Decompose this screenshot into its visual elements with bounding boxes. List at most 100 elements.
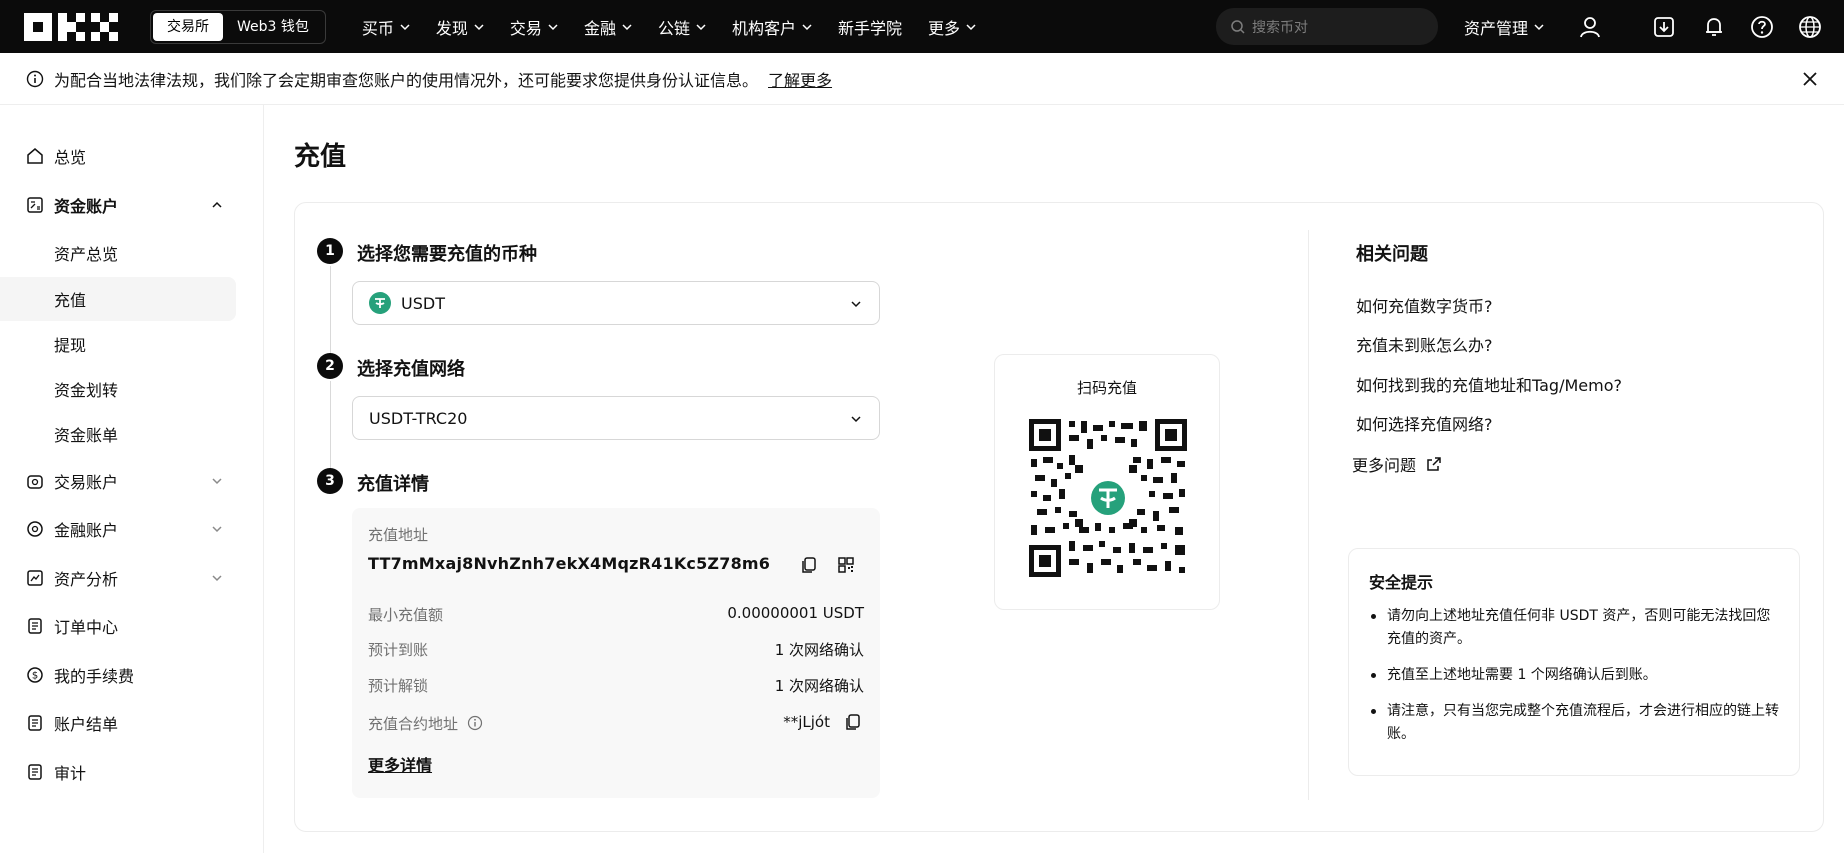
network-value: USDT-TRC20 <box>369 408 468 428</box>
page-title: 充值 <box>294 142 347 172</box>
sidebar: 总览 资金账户 资产总览 充值 提现 资金划转 资金账单 交易账户 金融账户 资… <box>0 105 264 853</box>
sidebar-item-statements[interactable]: 账户结单 <box>0 701 236 745</box>
address-label: 充值地址 <box>368 526 429 544</box>
nav-label: 更多 <box>928 18 961 38</box>
learn-more-link[interactable]: 了解更多 <box>768 67 832 91</box>
network-select[interactable]: USDT-TRC20 <box>352 396 880 440</box>
chart-icon <box>26 569 44 587</box>
main-nav: 买币 发现 交易 金融 公链 机构客户 新手学院 更多 <box>362 15 1002 39</box>
nav-more[interactable]: 更多 <box>928 15 976 39</box>
nav-buy-crypto[interactable]: 买币 <box>362 15 410 39</box>
safety-list: 请勿向上述地址充值任何非 USDT 资产，否则可能无法找回您充值的资产。 充值至… <box>1369 605 1779 759</box>
nav-label: 新手学院 <box>837 18 902 38</box>
more-questions-link[interactable]: 更多问题 <box>1352 452 1442 476</box>
step-2-badge: 2 <box>317 353 343 379</box>
nav-trade[interactable]: 交易 <box>510 15 558 39</box>
sidebar-item-fees[interactable]: $ 我的手续费 <box>0 653 236 697</box>
sidebar-sub-transfer[interactable]: 资金划转 <box>0 367 236 411</box>
deposit-qr-code[interactable] <box>1029 419 1187 577</box>
notice-text: 为配合当地法律法规，我们除了会定期审查您账户的使用情况外，还可能要求您提供身份认… <box>54 70 759 90</box>
external-link-icon <box>1427 457 1441 471</box>
copy-icon[interactable] <box>842 711 864 733</box>
faq-link[interactable]: 如何找到我的充值地址和Tag/Memo? <box>1356 372 1622 396</box>
nav-institutional[interactable]: 机构客户 <box>732 15 812 39</box>
compliance-notice: 为配合当地法律法规，我们除了会定期审查您账户的使用情况外，还可能要求您提供身份认… <box>0 53 1844 105</box>
nav-label: 买币 <box>361 18 394 38</box>
download-icon[interactable] <box>1650 13 1678 41</box>
user-icon[interactable] <box>1576 13 1604 41</box>
chevron-down-icon <box>851 416 861 423</box>
switch-exchange[interactable]: 交易所 <box>153 12 223 41</box>
home-icon <box>26 147 44 165</box>
nav-label: 机构客户 <box>731 18 796 38</box>
okx-logo[interactable] <box>24 12 120 41</box>
currency-select[interactable]: USDT <box>352 281 880 325</box>
step-1-title: 选择您需要充值的币种 <box>357 244 537 265</box>
info-icon <box>26 70 44 88</box>
switch-web3-wallet[interactable]: Web3 钱包 <box>223 13 323 41</box>
chevron-down-icon <box>400 23 410 30</box>
sidebar-item-label: 资产分析 <box>54 570 119 589</box>
wallet-icon <box>26 196 44 214</box>
sidebar-item-orders[interactable]: 订单中心 <box>0 604 236 648</box>
sidebar-item-trading-account[interactable]: 交易账户 <box>0 459 236 503</box>
safety-tip: 充值至上述地址需要 1 个网络确认后到账。 <box>1369 664 1779 687</box>
expected-arrival-value: 1 次网络确认 <box>774 641 864 659</box>
faq-link[interactable]: 如何充值数字货币? <box>1356 293 1493 317</box>
sidebar-item-funding[interactable]: 资金账户 <box>0 183 236 227</box>
contract-address-label: 充值合约地址 <box>368 715 459 733</box>
asset-management-menu[interactable]: 资产管理 <box>1464 0 1544 53</box>
document-icon <box>26 617 44 635</box>
chevron-down-icon <box>851 301 861 308</box>
chevron-down-icon <box>212 575 222 582</box>
nav-chain[interactable]: 公链 <box>658 15 706 39</box>
sidebar-item-label: 金融账户 <box>54 521 119 540</box>
sidebar-sub-withdraw[interactable]: 提现 <box>0 322 236 366</box>
currency-value: USDT <box>401 293 445 313</box>
nav-finance[interactable]: 金融 <box>584 15 632 39</box>
nav-label: 交易 <box>509 18 542 38</box>
close-icon[interactable] <box>1800 69 1820 89</box>
more-details-link[interactable]: 更多详情 <box>368 752 432 776</box>
trading-account-icon <box>26 472 44 490</box>
safety-tip: 请注意，只有当您完成整个充值流程后，才会进行相应的链上转账。 <box>1369 700 1779 746</box>
safety-tip: 请勿向上述地址充值任何非 USDT 资产，否则可能无法找回您充值的资产。 <box>1369 605 1779 651</box>
qr-code-icon[interactable] <box>835 554 857 576</box>
min-deposit-label: 最小充值额 <box>368 606 444 624</box>
globe-icon[interactable] <box>1796 13 1824 41</box>
sidebar-sub-asset-overview[interactable]: 资产总览 <box>0 231 236 275</box>
top-navbar: 交易所 Web3 钱包 买币 发现 交易 金融 公链 机构客户 新手学院 更多 … <box>0 0 1844 53</box>
copy-icon[interactable] <box>798 554 820 576</box>
sidebar-item-label: 交易账户 <box>54 473 119 492</box>
nav-academy[interactable]: 新手学院 <box>838 15 902 39</box>
document-icon <box>26 714 44 732</box>
faq-title: 相关问题 <box>1356 244 1428 265</box>
safety-title: 安全提示 <box>1369 573 1434 592</box>
sidebar-item-asset-analysis[interactable]: 资产分析 <box>0 556 236 600</box>
deposit-details: 充值地址 TT7mMxaj8NvhZnh7ekX4MqzR41Kc5Z78m6 … <box>352 508 880 798</box>
nav-label: 发现 <box>435 18 468 38</box>
expected-unlock-label: 预计解锁 <box>368 677 429 695</box>
safety-tips: 安全提示 请勿向上述地址充值任何非 USDT 资产，否则可能无法找回您充值的资产… <box>1348 548 1800 776</box>
sidebar-item-label: 审计 <box>54 764 87 783</box>
faq-link[interactable]: 充值未到账怎么办? <box>1356 332 1493 356</box>
chevron-down-icon <box>212 526 222 533</box>
bell-icon[interactable] <box>1700 13 1728 41</box>
qr-card: 扫码充值 <box>994 354 1220 610</box>
help-icon[interactable] <box>1748 13 1776 41</box>
faq-link[interactable]: 如何选择充值网络? <box>1356 411 1493 435</box>
nav-label: 公链 <box>657 18 690 38</box>
sidebar-item-audit[interactable]: 审计 <box>0 750 236 794</box>
chevron-down-icon <box>1534 23 1544 30</box>
chevron-down-icon <box>966 23 976 30</box>
sidebar-sub-deposit[interactable]: 充值 <box>0 277 236 321</box>
search-input[interactable]: 搜索币对 <box>1216 8 1438 45</box>
sidebar-item-overview[interactable]: 总览 <box>0 134 236 178</box>
sidebar-sub-bills[interactable]: 资金账单 <box>0 412 236 456</box>
step-3-title: 充值详情 <box>357 474 429 495</box>
info-icon[interactable] <box>464 712 486 734</box>
nav-discover[interactable]: 发现 <box>436 15 484 39</box>
deposit-address[interactable]: TT7mMxaj8NvhZnh7ekX4MqzR41Kc5Z78m6 <box>368 554 770 573</box>
chevron-down-icon <box>548 23 558 30</box>
sidebar-item-finance-account[interactable]: 金融账户 <box>0 507 236 551</box>
